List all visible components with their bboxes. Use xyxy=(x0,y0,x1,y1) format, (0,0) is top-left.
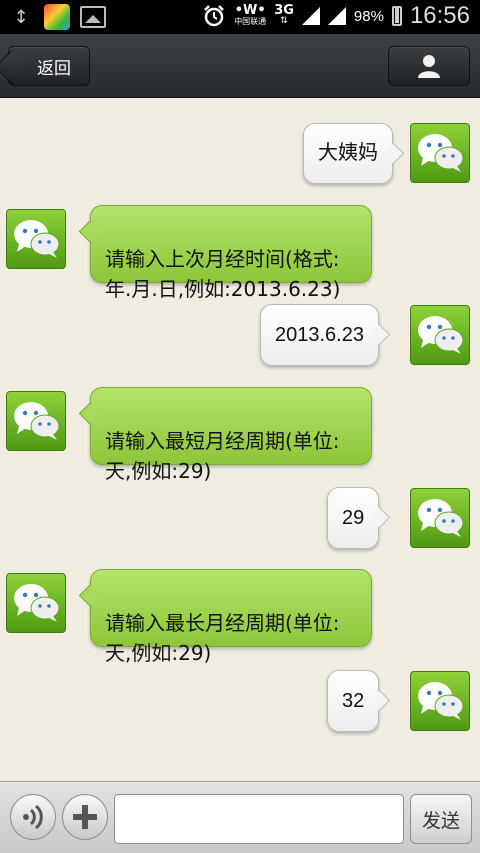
input-bar: 发送 xyxy=(0,781,480,853)
wechat-logo-icon xyxy=(14,220,60,258)
battery-icon xyxy=(391,6,402,26)
back-button[interactable]: 返回 xyxy=(8,46,90,86)
bot-avatar[interactable] xyxy=(6,391,66,451)
back-button-label: 返回 xyxy=(37,58,71,79)
status-right-icons: •W• 中国联通 3G ⇅ 98% 16:56 xyxy=(202,2,470,30)
person-icon xyxy=(418,55,440,78)
network-type: 3G xyxy=(274,3,294,18)
message-bubble-outgoing[interactable]: 32 xyxy=(327,670,380,732)
chat-area[interactable]: 大姨妈 请输入上次月经时间(格式: 年.月.日,例如:2013.6.23) 20… xyxy=(0,99,480,781)
send-button[interactable]: 发送 xyxy=(410,794,472,844)
send-button-label: 发送 xyxy=(421,809,460,832)
signal-icon xyxy=(301,7,320,25)
my-avatar[interactable] xyxy=(410,305,470,365)
message-text: 2013.6.23 xyxy=(275,324,364,346)
my-avatar[interactable] xyxy=(410,488,470,548)
profile-button[interactable] xyxy=(388,46,470,86)
message-text: 大姨妈 xyxy=(318,142,378,164)
plus-icon xyxy=(73,805,97,829)
message-input[interactable] xyxy=(114,794,404,844)
status-left-icons: ↕ xyxy=(8,4,106,30)
alarm-icon xyxy=(204,5,225,27)
wechat-logo-icon xyxy=(418,499,464,537)
my-avatar[interactable] xyxy=(410,123,470,183)
usb-icon: ↕ xyxy=(13,6,29,28)
gallery-icon xyxy=(80,6,106,28)
message-bubble-incoming[interactable]: 请输入最短月经周期(单位: 天,例如:29) xyxy=(90,387,372,483)
message-text: 29 xyxy=(342,507,365,529)
voice-icon xyxy=(23,804,43,830)
message-bubble-outgoing[interactable]: 29 xyxy=(327,487,380,549)
bot-avatar[interactable] xyxy=(6,573,66,633)
voice-button[interactable] xyxy=(10,794,56,840)
my-avatar[interactable] xyxy=(410,671,470,731)
wechat-logo-icon xyxy=(14,402,60,440)
title-bar: 返回 xyxy=(0,34,480,98)
network-indicator: 3G ⇅ xyxy=(274,3,294,26)
carrier-indicator: •W• 中国联通 xyxy=(234,3,267,26)
battery-percent: 98% xyxy=(353,7,384,25)
carrier-label: 中国联通 xyxy=(234,17,267,26)
app-icon xyxy=(44,4,70,30)
message-bubble-incoming[interactable]: 请输入最长月经周期(单位: 天,例如:29) xyxy=(90,569,372,665)
message-text: 32 xyxy=(342,690,365,712)
status-time: 16:56 xyxy=(409,2,470,29)
bot-avatar[interactable] xyxy=(6,209,66,269)
wechat-logo-icon xyxy=(14,584,60,622)
wechat-logo-icon xyxy=(418,682,464,720)
status-bar: ↕ •W• 中国联通 3G ⇅ 98% 16:56 xyxy=(0,0,480,34)
wechat-logo-icon xyxy=(418,316,464,354)
wechat-logo-icon xyxy=(418,134,464,172)
message-text: 请输入最长月经周期(单位: 天,例如:29) xyxy=(105,611,340,665)
message-bubble-outgoing[interactable]: 大姨妈 xyxy=(303,123,393,184)
plus-button[interactable] xyxy=(62,794,108,840)
message-text: 请输入上次月经时间(格式: 年.月.日,例如:2013.6.23) xyxy=(105,247,341,301)
signal-icon-2 xyxy=(327,7,346,25)
message-bubble-outgoing[interactable]: 2013.6.23 xyxy=(260,304,379,366)
message-bubble-incoming[interactable]: 请输入上次月经时间(格式: 年.月.日,例如:2013.6.23) xyxy=(90,205,372,301)
message-text: 请输入最短月经周期(单位: 天,例如:29) xyxy=(105,429,340,483)
